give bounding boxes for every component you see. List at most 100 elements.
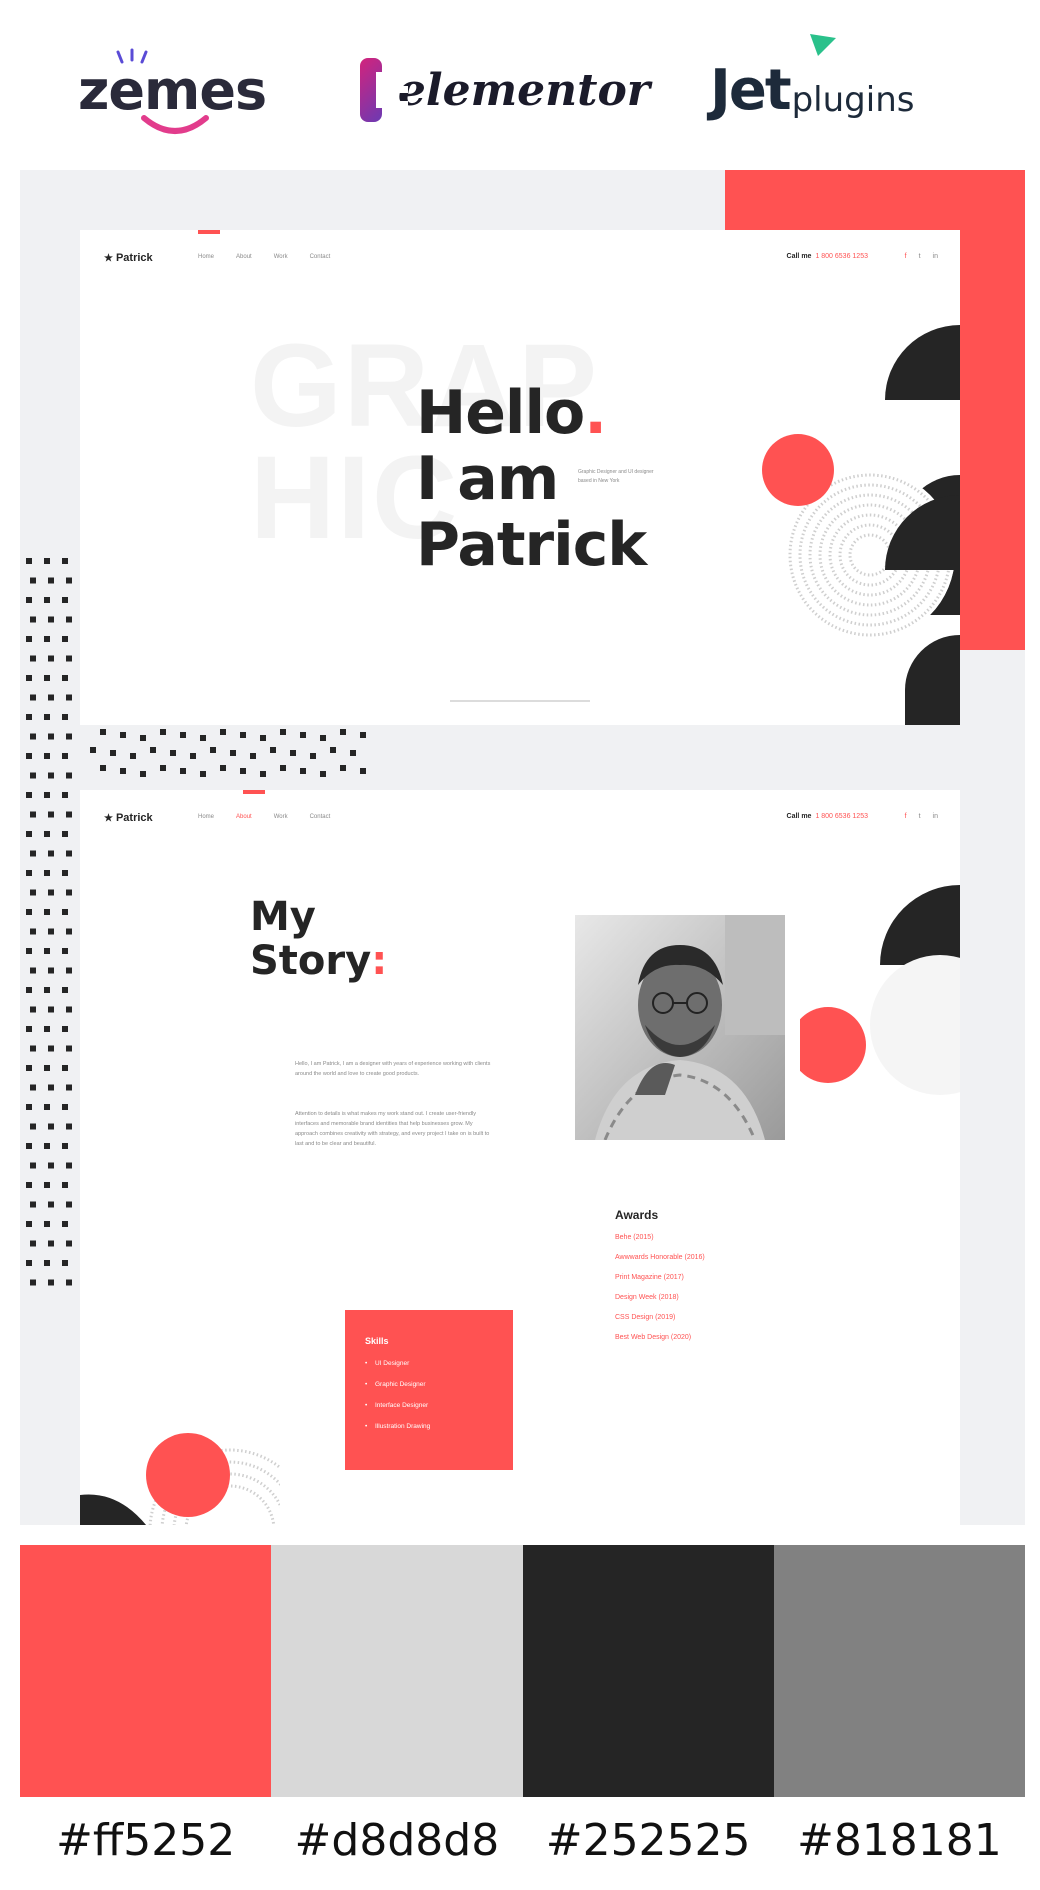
award-item[interactable]: Awwwards Honorable (2016) [615, 1254, 705, 1261]
pattern-dot [48, 655, 54, 662]
award-item[interactable]: Print Magazine (2017) [615, 1274, 705, 1281]
linkedin-icon[interactable]: in [933, 253, 938, 260]
pattern-dot [62, 1143, 68, 1149]
pattern-dot [160, 729, 166, 735]
skills-title: Skills [365, 1336, 389, 1346]
site-logo[interactable]: ★ Patrick [104, 252, 153, 264]
elementor-wordmark: elementor [397, 64, 650, 116]
skill-item: Graphic Designer [365, 1381, 493, 1388]
pattern-dot [240, 768, 246, 774]
pattern-dot [330, 747, 336, 753]
skill-item: Interface Designer [365, 1402, 493, 1409]
site-logo-text: Patrick [115, 252, 153, 264]
swatch-accent[interactable] [20, 1545, 272, 1797]
pattern-dot [26, 987, 32, 993]
nav-link-home[interactable]: Home [198, 254, 214, 260]
twitter-icon[interactable]: t [919, 253, 921, 260]
award-item[interactable]: Design Week (2018) [615, 1294, 705, 1301]
pattern-dot [62, 675, 68, 681]
pattern-dot [44, 558, 50, 564]
swatch-dark[interactable] [522, 1545, 774, 1797]
pattern-dot [66, 772, 72, 779]
pattern-dot [230, 750, 236, 756]
pattern-dot [290, 750, 296, 756]
pattern-dot [120, 768, 126, 774]
nav-link-contact[interactable]: Contact [310, 814, 331, 820]
logo-pin-icon: ★ [104, 253, 113, 264]
pattern-dot [48, 889, 54, 896]
pattern-dot [340, 729, 346, 735]
linkedin-icon[interactable]: in [933, 813, 938, 820]
nav-link-about[interactable]: About [236, 254, 252, 260]
hero-dot: . [584, 378, 607, 448]
pattern-dot [62, 1104, 68, 1110]
nav-link-contact[interactable]: Contact [310, 254, 331, 260]
pattern-dot [66, 1279, 72, 1286]
pattern-dot [48, 1045, 54, 1052]
hero-page-preview: ★ Patrick Home About Work Contact Call me… [80, 230, 960, 725]
pattern-dot [48, 1123, 54, 1130]
pattern-dot [62, 1182, 68, 1188]
pattern-dot [62, 636, 68, 642]
pattern-dot [48, 1006, 54, 1013]
pattern-dot [44, 1143, 50, 1149]
hero-line-1: Hello [416, 378, 585, 448]
pattern-dot [360, 732, 366, 738]
nav-links: Home About Work Contact [198, 814, 330, 820]
scroll-indicator[interactable] [450, 700, 590, 702]
zemes-logo[interactable]: zemes [78, 40, 278, 140]
skill-item: UI Designer [365, 1360, 493, 1367]
call-me[interactable]: Call me 1 800 6536 1253 [787, 813, 868, 820]
twitter-icon[interactable]: t [919, 813, 921, 820]
pattern-dot [30, 733, 36, 740]
pattern-dot [44, 1221, 50, 1227]
award-item[interactable]: CSS Design (2019) [615, 1314, 705, 1321]
pattern-dot [30, 616, 36, 623]
award-item[interactable]: Behe (2015) [615, 1234, 705, 1241]
nav-link-work[interactable]: Work [274, 254, 288, 260]
story-colon: : [371, 938, 388, 984]
pattern-dot [280, 729, 286, 735]
pattern-dot [44, 636, 50, 642]
pattern-dot [26, 1182, 32, 1188]
pattern-dot [62, 831, 68, 837]
pattern-dot [62, 1065, 68, 1071]
pattern-dot [48, 811, 54, 818]
nav-link-work[interactable]: Work [274, 814, 288, 820]
template-showcase: ★ Patrick Home About Work Contact Call me… [20, 170, 1025, 1525]
nav-link-about[interactable]: About [236, 814, 252, 820]
pattern-dot [26, 636, 32, 642]
nav-active-indicator [198, 230, 220, 234]
pattern-dot [48, 733, 54, 740]
pattern-dot [350, 750, 356, 756]
pattern-dot [26, 558, 32, 564]
nav-active-indicator [243, 790, 265, 794]
nav-link-home[interactable]: Home [198, 814, 214, 820]
pattern-dot [30, 1045, 36, 1052]
awards-section: Awards Behe (2015) Awwwards Honorable (2… [615, 1208, 705, 1354]
pattern-dot [340, 765, 346, 771]
jetplugins-logo[interactable]: Jet plugins [710, 34, 970, 140]
pattern-dot [44, 753, 50, 759]
pattern-dot [44, 792, 50, 798]
phone-number: 1 800 6536 1253 [815, 253, 868, 260]
pattern-dot [30, 889, 36, 896]
pattern-dot [62, 909, 68, 915]
swatch-mid[interactable] [773, 1545, 1025, 1797]
pattern-dot [48, 1201, 54, 1208]
triangle-icon [810, 34, 836, 56]
pattern-dot [26, 1065, 32, 1071]
facebook-icon[interactable]: f [905, 813, 907, 820]
swatch-light[interactable] [271, 1545, 523, 1797]
pattern-dot [44, 597, 50, 603]
pattern-dot [140, 771, 146, 777]
elementor-logo[interactable]: elementor [360, 40, 650, 140]
pattern-dot [30, 1123, 36, 1130]
call-me[interactable]: Call me 1 800 6536 1253 [787, 253, 868, 260]
site-logo[interactable]: ★ Patrick [104, 812, 153, 824]
pattern-dot [66, 733, 72, 740]
pattern-dot [66, 1084, 72, 1091]
story-title: My Story: [250, 895, 387, 983]
facebook-icon[interactable]: f [905, 253, 907, 260]
award-item[interactable]: Best Web Design (2020) [615, 1334, 705, 1341]
